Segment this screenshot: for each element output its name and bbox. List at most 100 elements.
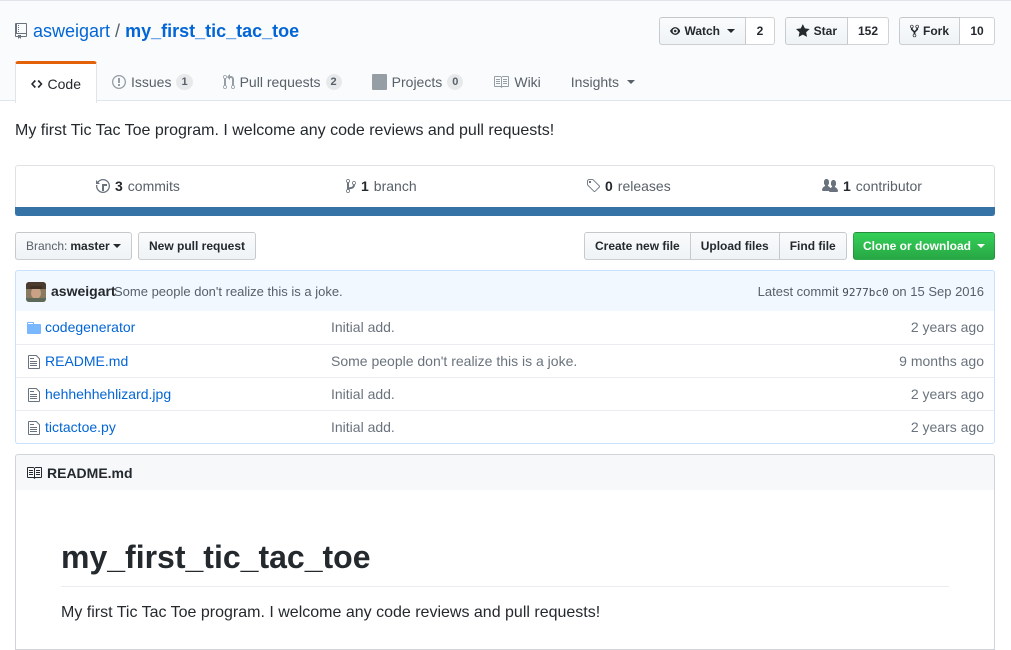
clone-label: Clone or download — [863, 239, 971, 253]
repo-header: asweigart / my_first_tic_tac_toe Watch 2… — [0, 1, 1011, 103]
chevron-down-icon — [977, 244, 985, 248]
avatar[interactable] — [26, 282, 46, 302]
tab-label: Insights — [570, 73, 620, 90]
file-commit-message[interactable]: Initial add. — [331, 386, 395, 402]
table-row[interactable]: codegenerator Initial add. 2 years ago — [16, 311, 994, 344]
fork-group: Fork 10 — [899, 17, 995, 45]
chevron-down-icon — [727, 29, 735, 33]
releases-count: 0 — [605, 178, 613, 194]
fork-count[interactable]: 10 — [960, 17, 995, 45]
contributor-count: 1 — [843, 178, 851, 194]
contributor-label: contributor — [855, 178, 922, 194]
tab-label: Pull requests — [239, 73, 321, 90]
repo-icon — [15, 23, 27, 39]
table-row[interactable]: tictactoe.py Initial add. 2 years ago — [16, 410, 994, 443]
readme-title: my_first_tic_tac_toe — [61, 538, 949, 587]
commits-count: 3 — [115, 178, 123, 194]
repo-name-link[interactable]: my_first_tic_tac_toe — [125, 19, 299, 43]
chevron-down-icon — [112, 244, 121, 248]
releases-link[interactable]: 0 releases — [586, 178, 671, 194]
branch-label: branch — [373, 178, 417, 194]
file-list: codegenerator Initial add. 2 years ago R… — [15, 311, 995, 444]
contributors-link[interactable]: 1 contributor — [822, 178, 922, 194]
tab-label: Projects — [391, 73, 443, 90]
language-bar[interactable] — [15, 207, 995, 216]
tab-label: Issues — [131, 73, 172, 90]
tag-icon — [587, 179, 600, 193]
tab-projects[interactable]: Projects 0 — [357, 61, 479, 102]
chevron-down-icon — [627, 79, 636, 84]
star-group: Star 152 — [785, 17, 889, 45]
star-icon — [796, 24, 810, 37]
latest-commit-bar: asweigart Some people don't realize this… — [15, 270, 995, 312]
table-row[interactable]: README.md Some people don't realize this… — [16, 344, 994, 377]
tab-insights[interactable]: Insights — [556, 61, 650, 102]
tab-code[interactable]: Code — [15, 61, 97, 103]
file-actions-group: Create new file Upload files Find file — [584, 232, 847, 260]
branches-link[interactable]: 1 branch — [346, 178, 417, 194]
fork-label: Fork — [922, 24, 949, 38]
tab-pull-requests[interactable]: Pull requests 2 — [208, 61, 357, 102]
clone-or-download-button[interactable]: Clone or download — [853, 232, 995, 260]
file-age: 2 years ago — [910, 419, 984, 435]
repo-description: My first Tic Tac Toe program. I welcome … — [15, 122, 555, 139]
releases-label: releases — [617, 178, 671, 194]
commit-date: on 15 Sep 2016 — [892, 284, 984, 299]
file-name-link[interactable]: codegenerator — [45, 319, 135, 335]
issues-counter: 1 — [176, 73, 193, 90]
readme-content: my_first_tic_tac_toe My first Tic Tac To… — [15, 490, 995, 650]
file-age: 2 years ago — [910, 319, 984, 335]
file-name-link[interactable]: tictactoe.py — [45, 419, 116, 435]
table-row[interactable]: hehhehhehlizard.jpg Initial add. 2 years… — [16, 377, 994, 410]
history-icon — [96, 179, 110, 193]
file-commit-message[interactable]: Initial add. — [331, 319, 395, 335]
file-name-link[interactable]: README.md — [45, 353, 128, 369]
commit-sha-link[interactable]: 9277bc0 — [842, 286, 888, 299]
tab-issues[interactable]: Issues 1 — [97, 61, 208, 102]
branch-icon — [346, 179, 356, 193]
branch-select-button[interactable]: Branch: master — [15, 232, 132, 260]
commit-message-link[interactable]: Some people don't realize this is a joke… — [114, 284, 343, 299]
star-label: Star — [813, 24, 837, 38]
issue-icon — [112, 74, 126, 89]
commit-author-link[interactable]: asweigart — [51, 283, 116, 299]
file-commit-message[interactable]: Initial add. — [331, 419, 395, 435]
file-icon — [28, 388, 40, 402]
upload-files-button[interactable]: Upload files — [689, 232, 780, 260]
repo-title: asweigart / my_first_tic_tac_toe — [15, 19, 299, 43]
branch-name: master — [70, 239, 110, 253]
fork-button[interactable]: Fork — [899, 17, 960, 45]
new-pull-request-button[interactable]: New pull request — [138, 232, 257, 260]
people-icon — [822, 179, 838, 192]
eye-icon — [670, 27, 681, 35]
repo-owner-link[interactable]: asweigart — [33, 19, 110, 43]
commit-meta: Latest commit 9277bc0 on 15 Sep 2016 — [758, 284, 984, 299]
file-commit-message[interactable]: Some people don't realize this is a joke… — [331, 353, 577, 369]
pull-requests-counter: 2 — [325, 73, 342, 90]
folder-icon — [27, 322, 41, 334]
file-age: 9 months ago — [899, 353, 984, 369]
latest-commit-label: Latest commit — [757, 284, 839, 299]
create-new-file-button[interactable]: Create new file — [584, 232, 691, 260]
project-icon — [371, 73, 387, 90]
tab-label: Code — [47, 75, 81, 92]
readme-header: README.md — [15, 454, 995, 491]
pull-request-icon — [222, 73, 235, 89]
commits-link[interactable]: 3 commits — [96, 178, 180, 194]
watch-label: Watch — [684, 24, 720, 38]
readme-paragraph: My first Tic Tac Toe program. I welcome … — [61, 604, 601, 621]
code-icon — [31, 79, 43, 88]
branch-prefix: Branch: — [26, 239, 68, 253]
star-count[interactable]: 152 — [848, 17, 889, 45]
tab-wiki[interactable]: Wiki — [478, 61, 555, 102]
path-separator: / — [115, 21, 121, 41]
file-age: 2 years ago — [910, 386, 984, 402]
commits-label: commits — [127, 178, 180, 194]
file-name-link[interactable]: hehhehhehlizard.jpg — [45, 386, 171, 402]
book-icon — [27, 466, 42, 479]
watch-count[interactable]: 2 — [746, 17, 775, 45]
watch-button[interactable]: Watch — [659, 17, 746, 45]
find-file-button[interactable]: Find file — [778, 232, 847, 260]
star-button[interactable]: Star — [785, 17, 848, 45]
book-icon — [494, 75, 510, 88]
